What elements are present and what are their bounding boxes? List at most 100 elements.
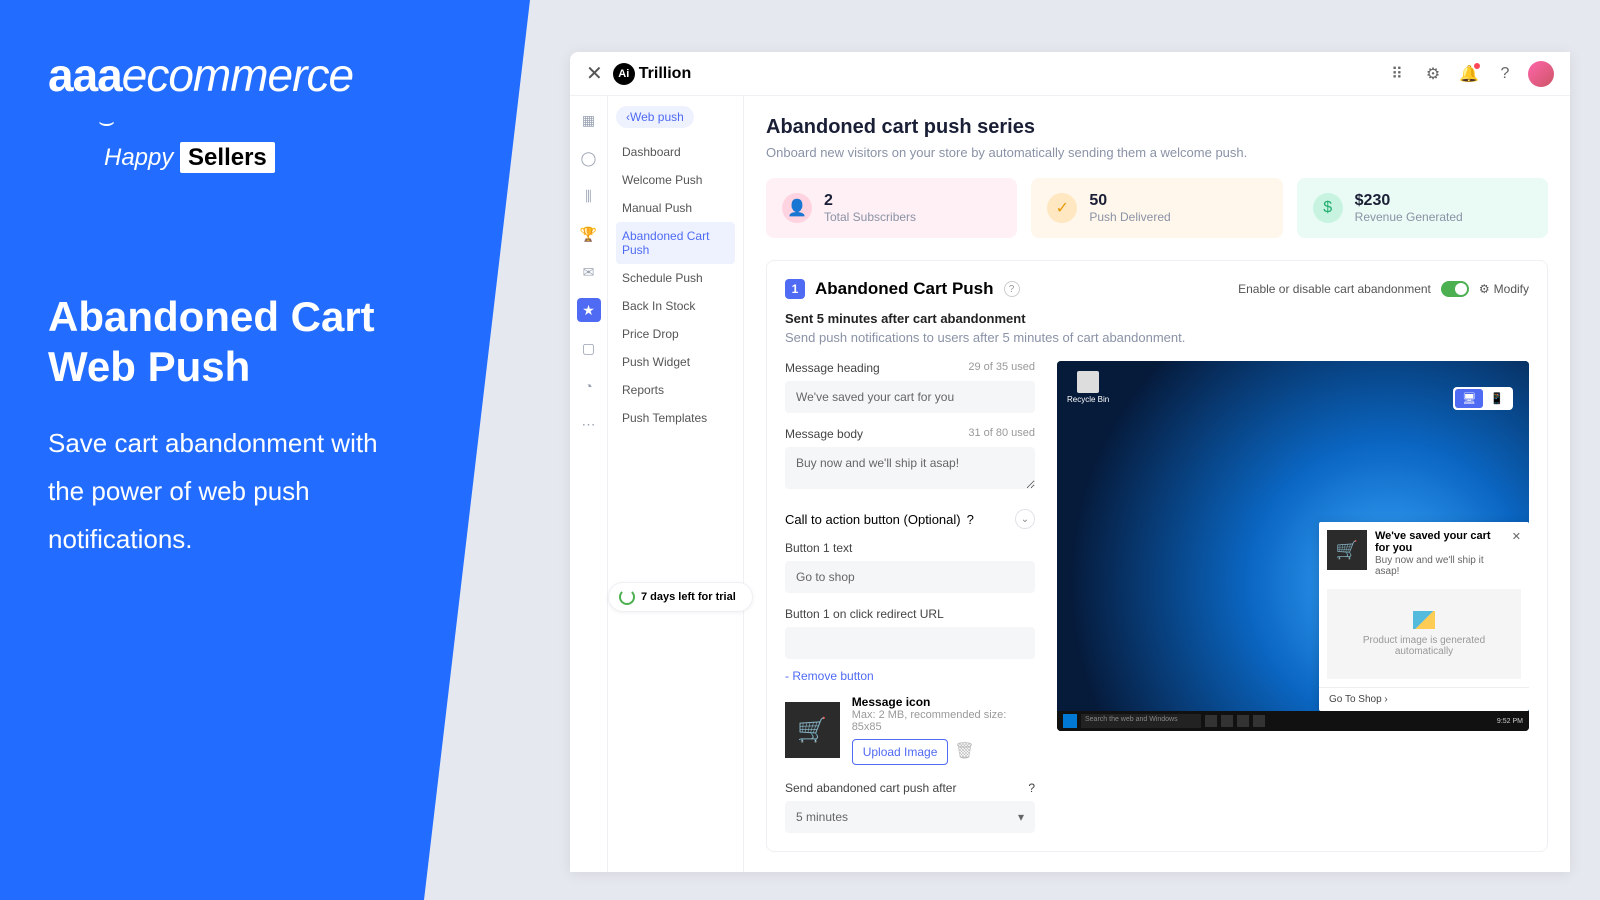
icon-rail: ▦ ◯ ⫼ 🏆 ✉ ★ ▢ ◔ ⋯ (570, 96, 608, 872)
windows-icon (1063, 714, 1077, 728)
subnav-item[interactable]: Price Drop (616, 320, 735, 348)
gear-icon[interactable]: ⚙ (1420, 61, 1446, 87)
taskbar-time: 9:52 PM (1497, 718, 1523, 725)
push-notification-preview: 🛒 We've saved your cart for you Buy now … (1319, 522, 1529, 711)
notif-title: We've saved your cart for you (1375, 530, 1504, 554)
desktop-preview: Recycle Bin 🖥📱 🛒 We've saved your cart f… (1057, 361, 1529, 731)
avatar[interactable] (1528, 61, 1554, 87)
subnav-item[interactable]: Schedule Push (616, 264, 735, 292)
taskbar: Search the web and Windows 9:52 PM (1057, 711, 1529, 731)
device-toggle[interactable]: 🖥📱 (1453, 387, 1513, 410)
help-icon[interactable]: ? (1028, 781, 1035, 795)
rail-user-icon[interactable]: ◯ (577, 146, 601, 170)
dollar-icon: $ (1313, 193, 1343, 223)
logo-happy: Happy Sellers (104, 144, 482, 172)
subnav-item[interactable]: Manual Push (616, 194, 735, 222)
taskbar-search: Search the web and Windows (1081, 714, 1201, 728)
rail-bell-icon[interactable]: ◔ (577, 374, 601, 398)
upload-image-button[interactable]: Upload Image (852, 739, 949, 765)
bell-icon[interactable]: 🔔 (1456, 61, 1482, 87)
body-label: Message body (785, 427, 863, 441)
desktop-icon[interactable]: 🖥 (1455, 389, 1483, 408)
rail-mail-icon[interactable]: ✉ (577, 260, 601, 284)
step-timing: Sent 5 minutes after cart abandonment (785, 311, 1529, 326)
promo-panel: aaaecommerce ⌣ Happy Sellers Abandoned C… (0, 0, 530, 900)
help-icon[interactable]: ? (1004, 281, 1020, 297)
task-icon (1221, 715, 1233, 727)
after-select[interactable]: 5 minutes▾ (785, 801, 1035, 833)
stat-delivered: ✓50Push Delivered (1031, 178, 1282, 238)
task-icon (1237, 715, 1249, 727)
close-icon[interactable]: ✕ (586, 61, 603, 86)
chevron-down-icon: ⌄ (1015, 509, 1035, 529)
body-input[interactable] (785, 447, 1035, 489)
help-icon[interactable]: ? (1492, 61, 1518, 87)
main-content: Abandoned cart push series Onboard new v… (744, 96, 1570, 872)
subnav-item[interactable]: Push Templates (616, 404, 735, 432)
trial-progress-icon (619, 589, 635, 605)
subnav: ‹ Web push DashboardWelcome PushManual P… (608, 96, 744, 872)
stat-revenue: $$230Revenue Generated (1297, 178, 1548, 238)
step-desc: Send push notifications to users after 5… (785, 330, 1529, 345)
icon-meta: Max: 2 MB, recommended size: 85x85 (852, 709, 1035, 733)
cart-icon: 🛒 (1327, 530, 1367, 570)
trash-icon[interactable]: 🗑 (954, 743, 974, 760)
heading-label: Message heading (785, 361, 880, 375)
user-icon: 👤 (782, 193, 812, 223)
step-badge: 1 (785, 279, 805, 299)
toggle-label: Enable or disable cart abandonment (1238, 282, 1431, 296)
subnav-item[interactable]: Push Widget (616, 348, 735, 376)
subnav-item[interactable]: Reports (616, 376, 735, 404)
page-title: Abandoned cart push series (766, 116, 1548, 139)
after-label: Send abandoned cart push after (785, 781, 956, 795)
subnav-back-pill[interactable]: ‹ Web push (616, 106, 694, 128)
step-title: Abandoned Cart Push (815, 279, 994, 299)
notif-body: Buy now and we'll ship it asap! (1375, 555, 1504, 577)
btn1-url-label: Button 1 on click redirect URL (785, 607, 944, 621)
smile-icon: ⌣ (98, 106, 482, 138)
app-window: ✕ AiTrillion ⠿ ⚙ 🔔 ? ▦ ◯ ⫼ 🏆 ✉ ★ ▢ ◔ ⋯ ‹… (570, 52, 1570, 872)
task-icon (1205, 715, 1217, 727)
promo-desc: Save cart abandonment with the power of … (48, 419, 398, 563)
subnav-item[interactable]: Abandoned Cart Push (616, 222, 735, 264)
btn1-url-input[interactable] (785, 627, 1035, 659)
rail-more-icon[interactable]: ⋯ (577, 412, 601, 436)
subnav-item[interactable]: Welcome Push (616, 166, 735, 194)
rail-chart-icon[interactable]: ⫼ (577, 184, 601, 208)
message-icon-preview: 🛒 (785, 702, 840, 758)
notif-image-placeholder: Product image is generated automatically (1327, 589, 1521, 679)
rail-trophy-icon[interactable]: 🏆 (577, 222, 601, 246)
trial-badge: 7 days left for trial (608, 582, 753, 612)
gear-icon: ⚙ (1479, 282, 1490, 296)
heading-input[interactable] (785, 381, 1035, 413)
remove-button-link[interactable]: - Remove button (785, 669, 874, 683)
subnav-item[interactable]: Dashboard (616, 138, 735, 166)
body-used: 31 of 80 used (968, 427, 1035, 441)
recycle-bin-icon: Recycle Bin (1067, 371, 1109, 404)
chevron-down-icon: ▾ (1018, 810, 1024, 824)
notif-cta[interactable]: Go To Shop › (1319, 687, 1529, 711)
rail-window-icon[interactable]: ▢ (577, 336, 601, 360)
enable-toggle[interactable] (1441, 281, 1469, 297)
mobile-icon[interactable]: 📱 (1483, 389, 1511, 408)
btn1-input[interactable] (785, 561, 1035, 593)
cta-section-header[interactable]: Call to action button (Optional)?⌄ (785, 509, 1035, 529)
form-column: Message heading 29 of 35 used Message bod… (785, 361, 1035, 833)
close-icon[interactable]: ✕ (1512, 530, 1521, 577)
promo-title: Abandoned CartWeb Push (48, 292, 482, 393)
apps-icon[interactable]: ⠿ (1384, 61, 1410, 87)
rail-grid-icon[interactable]: ▦ (577, 108, 601, 132)
step-panel: 1 Abandoned Cart Push ? Enable or disabl… (766, 260, 1548, 852)
btn1-label: Button 1 text (785, 541, 852, 555)
brand: AiTrillion (613, 63, 691, 85)
logo-aaa: aaaecommerce (48, 48, 482, 102)
image-icon (1413, 611, 1435, 629)
rail-star-icon[interactable]: ★ (577, 298, 601, 322)
task-icon (1253, 715, 1265, 727)
stats-row: 👤2Total Subscribers ✓50Push Delivered $$… (766, 178, 1548, 238)
heading-used: 29 of 35 used (968, 361, 1035, 375)
page-subtitle: Onboard new visitors on your store by au… (766, 145, 1548, 160)
subnav-item[interactable]: Back In Stock (616, 292, 735, 320)
modify-button[interactable]: ⚙Modify (1479, 282, 1529, 296)
help-icon: ? (967, 512, 974, 527)
